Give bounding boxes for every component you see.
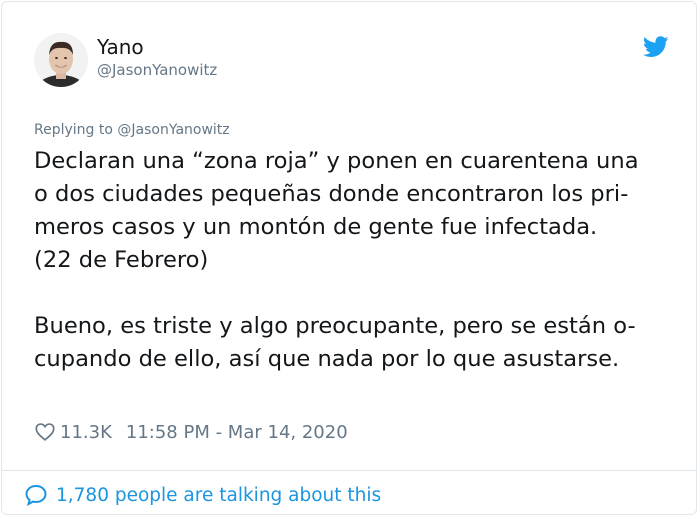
tweet-line: Bueno, es triste y algo preocupante, per… <box>34 313 636 339</box>
heart-icon[interactable] <box>34 421 56 443</box>
tweet-line: cupando de ello, así que nada por lo que… <box>34 346 620 372</box>
author-name[interactable]: Yano <box>97 35 144 59</box>
divider <box>2 470 696 471</box>
tweet-timestamp[interactable]: 11:58 PM - Mar 14, 2020 <box>126 422 348 443</box>
replying-to-label: Replying to @JasonYanowitz <box>34 122 230 138</box>
talking-about-label[interactable]: 1,780 people are talking about this <box>56 485 381 506</box>
speech-bubble-icon <box>25 484 47 506</box>
twitter-bird-icon-svg <box>642 36 669 57</box>
tweet-card: Yano @JasonYanowitz Replying to @JasonYa… <box>1 1 697 515</box>
tweet-meta: 11.3K 11:58 PM - Mar 14, 2020 <box>34 419 348 445</box>
twitter-bird-icon[interactable] <box>642 36 669 58</box>
avatar-image <box>34 33 88 87</box>
talking-about-link[interactable]: 1,780 people are talking about this <box>24 482 381 508</box>
like-count[interactable]: 11.3K <box>60 422 112 443</box>
tweet-text: Declaran una “zona roja” y ponen en cuar… <box>34 145 689 376</box>
tweet-line: meros casos y un montón de gente fue inf… <box>34 214 598 240</box>
tweet-line: Declaran una “zona roja” y ponen en cuar… <box>34 148 639 174</box>
tweet-line: (22 de Febrero) <box>34 247 209 273</box>
author-handle[interactable]: @JasonYanowitz <box>97 60 217 80</box>
avatar[interactable] <box>34 33 88 87</box>
tweet-line: o dos ciudades pequeñas donde encontraro… <box>34 181 629 207</box>
